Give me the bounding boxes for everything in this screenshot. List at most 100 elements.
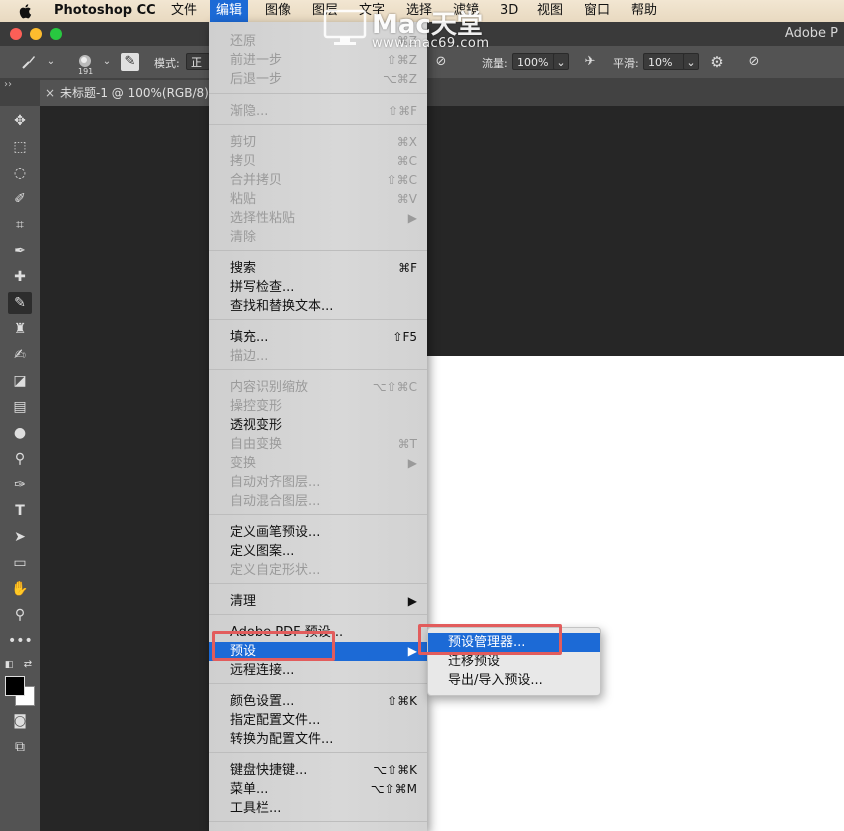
foreground-color-swatch[interactable] [5,676,25,696]
brush-settings-panel-icon[interactable]: ✎ [121,53,139,71]
screen-mode-icon[interactable]: ⧉ [8,736,32,758]
edit-menu-item[interactable]: 指定配置文件... [209,711,427,730]
crop-tool-icon[interactable]: ⌗ [8,214,32,236]
chevron-down-icon[interactable]: ⌄ [683,53,699,70]
chevron-down-icon[interactable]: ⌄ [42,53,60,71]
eraser-tool-icon[interactable]: ◪ [8,370,32,392]
mode-select[interactable]: 正常 [186,53,210,70]
menu-item-label: 填充... [230,330,269,345]
export-import-presets-menu-item[interactable]: 导出/导入预设... [428,671,600,690]
edit-menu-item[interactable]: 定义画笔预设... [209,523,427,542]
menu-window[interactable]: 窗口 [578,0,616,22]
edit-menu-item[interactable]: 后退一步 ⌥⌘Z [209,70,427,89]
hand-tool-icon[interactable]: ✋ [8,578,32,600]
edit-menu-item[interactable]: 操控变形 [209,397,427,416]
menu-item-label: 键盘快捷键... [230,763,308,778]
menu-item-label: 清理 [230,594,257,609]
smoothing-input[interactable]: 10% [643,53,685,70]
menu-view[interactable]: 视图 [531,0,569,22]
gear-icon[interactable]: ⚙ [708,53,726,71]
move-tool-icon[interactable]: ✥ [8,110,32,132]
edit-menu-item[interactable]: 自动对齐图层... [209,473,427,492]
menu-edit[interactable]: 编辑 [210,0,249,22]
quick-mask-icon[interactable]: ◙ [8,710,32,732]
path-selection-tool-icon[interactable]: ➤ [8,526,32,548]
edit-menu-item[interactable]: 自动混合图层... [209,492,427,511]
edit-menu-item[interactable]: 键盘快捷键... ⌥⇧⌘K [209,761,427,780]
menu-separator [209,124,427,125]
edit-menu-item[interactable]: 填充... ⇧F5 [209,328,427,347]
edit-menu-item[interactable]: 查找和替换文本... [209,297,427,316]
brush-tool-preset-icon[interactable] [20,53,38,71]
edit-menu-item[interactable]: 拷贝 ⌘C [209,152,427,171]
edit-menu-item[interactable]: 菜单... ⌥⇧⌘M [209,780,427,799]
menu-item-label: 拷贝 [230,154,257,169]
edit-menu-item[interactable]: 工具栏... [209,799,427,818]
menu-item-label: 远程连接... [230,663,295,678]
airbrush-icon[interactable]: ✈ [581,53,599,71]
menu-help[interactable]: 帮助 [625,0,663,22]
blur-tool-icon[interactable]: ● [8,422,32,444]
edit-menu-item[interactable]: 变换 ▶ [209,454,427,473]
zoom-tool-icon[interactable]: ⚲ [8,604,32,626]
pressure-size-icon[interactable]: ⊘ [745,53,763,71]
edit-menu-item[interactable]: 转换为配置文件... [209,730,427,749]
flow-pressure-icon[interactable]: ⊘ [432,53,450,71]
history-brush-tool-icon[interactable]: ✍ [8,344,32,366]
apple-icon[interactable] [18,3,32,19]
minimize-window-button[interactable] [30,28,42,40]
gradient-tool-icon[interactable]: ▤ [8,396,32,418]
healing-brush-tool-icon[interactable]: ✚ [8,266,32,288]
marquee-tool-icon[interactable]: ⬚ [8,136,32,158]
chevron-down-icon[interactable]: ⌄ [98,53,116,71]
pen-tool-icon[interactable]: ✑ [8,474,32,496]
smoothing-label: 平滑: [613,57,639,70]
edit-menu-item[interactable]: 自由变换 ⌘T [209,435,427,454]
edit-menu-item[interactable]: 拼写检查... [209,278,427,297]
edit-menu-item[interactable]: 颜色设置... ⇧⌘K [209,692,427,711]
menu-app-name[interactable]: Photoshop CC [48,0,162,22]
chevron-down-icon[interactable]: ⌄ [553,53,569,70]
menu-item-shortcut: ⌥⇧⌘C [372,380,417,394]
type-tool-icon[interactable]: T [8,500,32,522]
edit-menu-item[interactable]: 定义图案... [209,542,427,561]
close-icon[interactable]: × [40,80,60,106]
document-tab[interactable]: × 未标题-1 @ 100%(RGB/8) [40,80,212,106]
menu-item-label: 颜色设置... [230,694,295,709]
menu-item-label: 定义图案... [230,544,295,559]
edit-menu-item[interactable]: 清除 [209,228,427,247]
edit-menu-item[interactable]: 远程连接... [209,661,427,680]
edit-menu-item[interactable]: 清理 ▶ [209,592,427,611]
highlight-box-preset [212,631,335,661]
flow-input[interactable]: 100% [512,53,556,70]
edit-menu-item[interactable]: 合并拷贝 ⇧⌘C [209,171,427,190]
menu-item-label: 清除 [230,230,257,245]
edit-menu-item[interactable]: 透视变形 [209,416,427,435]
edit-menu-item[interactable]: 描边... [209,347,427,366]
panel-collapse-icon[interactable]: ›› [0,78,44,92]
menu-item-label: 自由变换 [230,437,283,452]
edit-menu-item[interactable]: 剪切 ⌘X [209,133,427,152]
clone-stamp-tool-icon[interactable]: ♜ [8,318,32,340]
edit-menu-item[interactable]: 粘贴 ⌘V [209,190,427,209]
document-canvas[interactable] [427,356,844,831]
edit-menu-item[interactable]: 搜索 ⌘F [209,259,427,278]
more-tools-icon[interactable]: ••• [8,630,33,652]
menu-file[interactable]: 文件 [165,0,203,22]
quick-selection-tool-icon[interactable]: ✐ [8,188,32,210]
zoom-window-button[interactable] [50,28,62,40]
swap-colors-icon[interactable]: ⇄ [22,654,34,676]
dodge-tool-icon[interactable]: ⚲ [8,448,32,470]
edit-menu-item[interactable]: 定义自定形状... [209,561,427,580]
eyedropper-tool-icon[interactable]: ✒ [8,240,32,262]
lasso-tool-icon[interactable]: ◌ [8,162,32,184]
close-window-button[interactable] [10,28,22,40]
default-colors-icon[interactable]: ◧ [2,654,16,676]
rectangle-tool-icon[interactable]: ▭ [8,552,32,574]
menu-item-label: 内容识别缩放 [230,380,309,395]
menu-image[interactable]: 图像 [259,0,297,22]
edit-menu-item[interactable]: 选择性粘贴 ▶ [209,209,427,228]
edit-menu-item[interactable]: 渐隐... ⇧⌘F [209,102,427,121]
edit-menu-item[interactable]: 内容识别缩放 ⌥⇧⌘C [209,378,427,397]
brush-tool-icon[interactable]: ✎ [8,292,32,314]
